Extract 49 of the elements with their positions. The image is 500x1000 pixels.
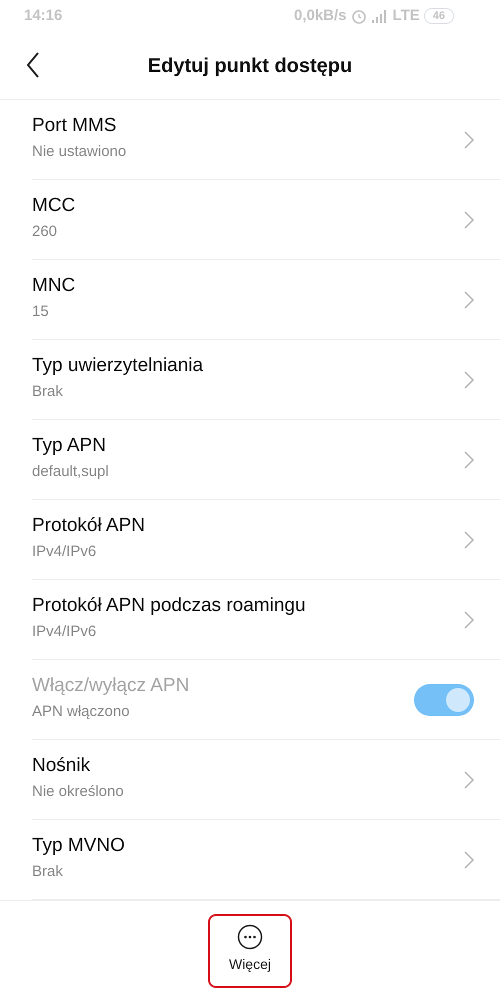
chevron-icon [464, 530, 474, 548]
settings-row[interactable]: MNC 15 [32, 260, 500, 340]
chevron-icon [464, 290, 474, 308]
more-icon [237, 924, 263, 950]
setting-title: MNC [32, 275, 76, 298]
alarm-icon [350, 8, 367, 24]
chevron-icon [464, 130, 474, 148]
chevron-icon [464, 770, 474, 788]
setting-value: 15 [32, 302, 50, 322]
signal-icon [370, 9, 389, 23]
chevron-icon [464, 850, 474, 868]
chevron-icon [464, 450, 474, 468]
setting-title: Typ APN [32, 435, 107, 458]
settings-row[interactable]: Protokół APN IPv4/IPv6 [32, 500, 500, 580]
setting-title: Włącz/wyłącz APN [32, 675, 190, 698]
setting-title: Typ uwierzytelniania [32, 355, 204, 378]
chevron-icon [464, 210, 474, 228]
settings-row[interactable]: Protokół APN podczas roamingu IPv4/IPv6 [32, 580, 500, 660]
settings-row[interactable]: MCC 260 [32, 180, 500, 260]
settings-row[interactable]: Typ MVNO Brak [32, 820, 500, 900]
settings-row[interactable]: Typ APN default,supl [32, 420, 500, 500]
setting-title: MCC [32, 195, 76, 218]
setting-value: Nie ustawiono [32, 142, 128, 162]
settings-row[interactable]: Typ uwierzytelniania Brak [32, 340, 500, 420]
setting-value: APN włączono [32, 702, 131, 722]
chevron-icon [464, 370, 474, 388]
setting-value: IPv4/IPv6 [32, 622, 98, 642]
settings-row[interactable]: Port MMS Nie ustawiono [32, 100, 500, 180]
setting-value: IPv4/IPv6 [32, 542, 98, 562]
setting-title: Protokół APN [32, 515, 146, 538]
setting-title: Nośnik [32, 755, 92, 778]
more-button[interactable]: Więcej [208, 914, 292, 988]
back-button[interactable] [26, 52, 40, 78]
chevron-icon [464, 610, 474, 628]
setting-value: 260 [32, 222, 58, 242]
settings-row[interactable]: Nośnik Nie określono [32, 740, 500, 820]
setting-value: default,supl [32, 462, 110, 482]
setting-value: Brak [32, 382, 64, 402]
setting-title: Port MMS [32, 115, 118, 138]
network-type: LTE [392, 6, 420, 26]
setting-title: Typ MVNO [32, 835, 126, 858]
setting-value: Brak [32, 862, 64, 882]
network-speed: 0,0kB/s [294, 6, 347, 26]
battery-level: 46 [424, 8, 454, 24]
screen-title: Edytuj punkt dostępu [148, 54, 352, 78]
setting-title: Protokół APN podczas roamingu [32, 595, 307, 618]
setting-value: Nie określono [32, 782, 125, 802]
back-icon [26, 52, 40, 78]
clock-time: 14:16 [24, 6, 62, 26]
